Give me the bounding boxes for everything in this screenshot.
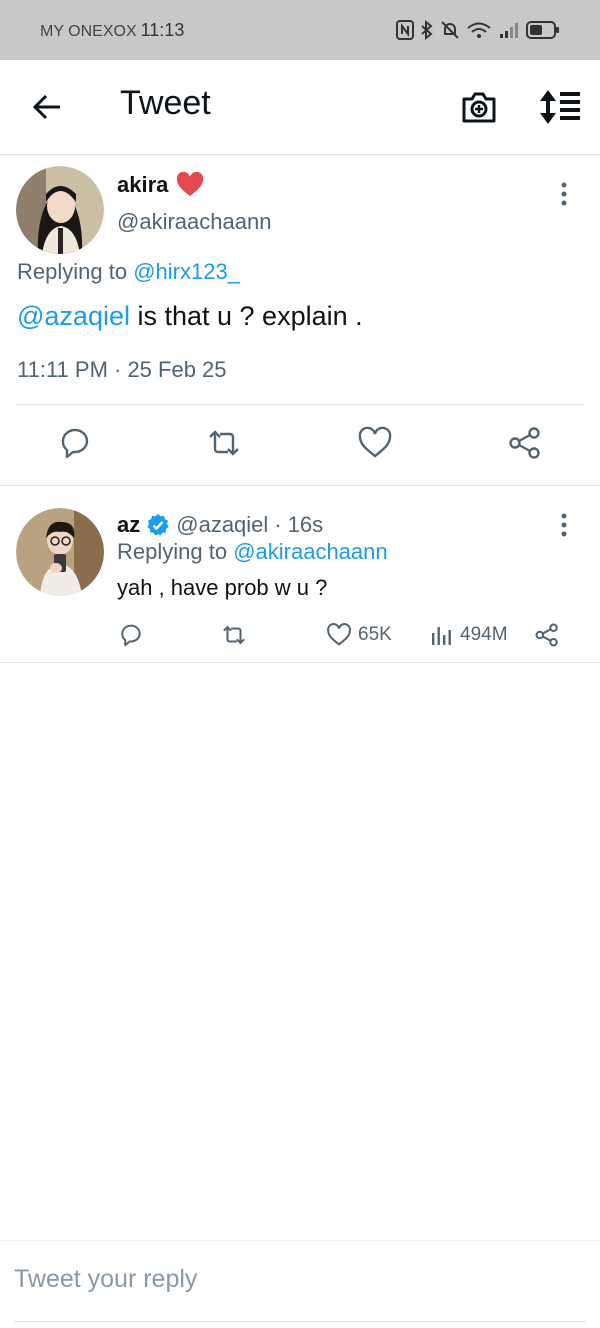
- view-count: 494M: [460, 624, 508, 645]
- carrier-label: MY ONEXOX: [40, 22, 137, 40]
- share-icon: [535, 623, 558, 647]
- replying-to: Replying to @hirx123_: [17, 259, 240, 285]
- nfc-icon: [396, 20, 414, 40]
- input-underline: [14, 1321, 586, 1322]
- heart-emoji-icon: [177, 172, 204, 196]
- reply-composer: [0, 1240, 600, 1328]
- mention-link[interactable]: @azaqiel: [17, 301, 130, 331]
- camera-add-icon[interactable]: [460, 88, 498, 126]
- views-action[interactable]: 494M: [430, 622, 508, 648]
- replying-handle-link[interactable]: @akiraachaann: [233, 539, 387, 564]
- user-handle[interactable]: @akiraachaann: [117, 209, 271, 235]
- tweet-body: is that u ? explain .: [129, 301, 363, 331]
- status-icons: [396, 20, 560, 40]
- tweet-age[interactable]: 16s: [288, 512, 323, 538]
- reply-icon: [121, 624, 141, 647]
- page-title: Tweet: [120, 84, 211, 122]
- retweet-icon[interactable]: [206, 425, 242, 461]
- reply-tweet[interactable]: az @azaqiel · 16s Replying to @akiraacha…: [0, 486, 600, 662]
- display-name-text: akira: [117, 172, 169, 197]
- like-icon[interactable]: [357, 425, 393, 461]
- sort-icon[interactable]: [538, 88, 582, 126]
- tweet-text: @azaqiel is that u ? explain .: [17, 301, 363, 332]
- replying-to: Replying to @akiraachaann: [117, 539, 388, 565]
- tweet-text: yah , have prob w u ?: [117, 575, 328, 600]
- status-left: MY ONEXOX 11:13: [40, 20, 184, 41]
- bluetooth-icon: [421, 20, 433, 40]
- verified-badge-icon: [147, 514, 169, 536]
- wifi-icon: [467, 22, 491, 38]
- user-handle[interactable]: @azaqiel: [176, 512, 268, 538]
- display-name[interactable]: az: [117, 512, 140, 538]
- retweet-icon: [223, 625, 245, 645]
- avatar[interactable]: [16, 508, 104, 596]
- replying-prefix: Replying to: [117, 539, 234, 564]
- status-bar: MY ONEXOX 11:13: [0, 0, 600, 60]
- replying-prefix: Replying to: [17, 259, 134, 284]
- like-count: 65K: [358, 624, 392, 645]
- divider: [0, 662, 600, 663]
- reply-action[interactable]: [118, 622, 144, 648]
- reply-input[interactable]: [14, 1265, 574, 1294]
- more-options-icon[interactable]: [558, 513, 570, 537]
- battery-icon: [526, 21, 559, 39]
- display-name[interactable]: akira: [117, 172, 204, 198]
- back-arrow-icon[interactable]: [30, 90, 64, 124]
- signal-icon: [500, 23, 518, 38]
- avatar[interactable]: [16, 166, 104, 254]
- like-action[interactable]: 65K: [326, 622, 392, 648]
- share-icon[interactable]: [507, 425, 543, 461]
- retweet-action[interactable]: [220, 622, 248, 648]
- more-options-icon[interactable]: [558, 182, 570, 206]
- separator-dot: ·: [274, 512, 282, 537]
- reply-icon[interactable]: [57, 425, 93, 461]
- divider: [16, 404, 584, 405]
- reply-header: az @azaqiel · 16s: [117, 512, 323, 538]
- top-app-bar: Tweet: [0, 60, 600, 155]
- share-action[interactable]: [534, 622, 560, 648]
- silent-bell-icon: [441, 21, 459, 39]
- replying-handle-link[interactable]: @hirx123_: [133, 259, 240, 284]
- analytics-icon: [432, 627, 451, 645]
- like-icon: [327, 623, 351, 646]
- clock: 11:13: [140, 19, 185, 40]
- tweet-timestamp[interactable]: 11:11 PM · 25 Feb 25: [17, 357, 227, 383]
